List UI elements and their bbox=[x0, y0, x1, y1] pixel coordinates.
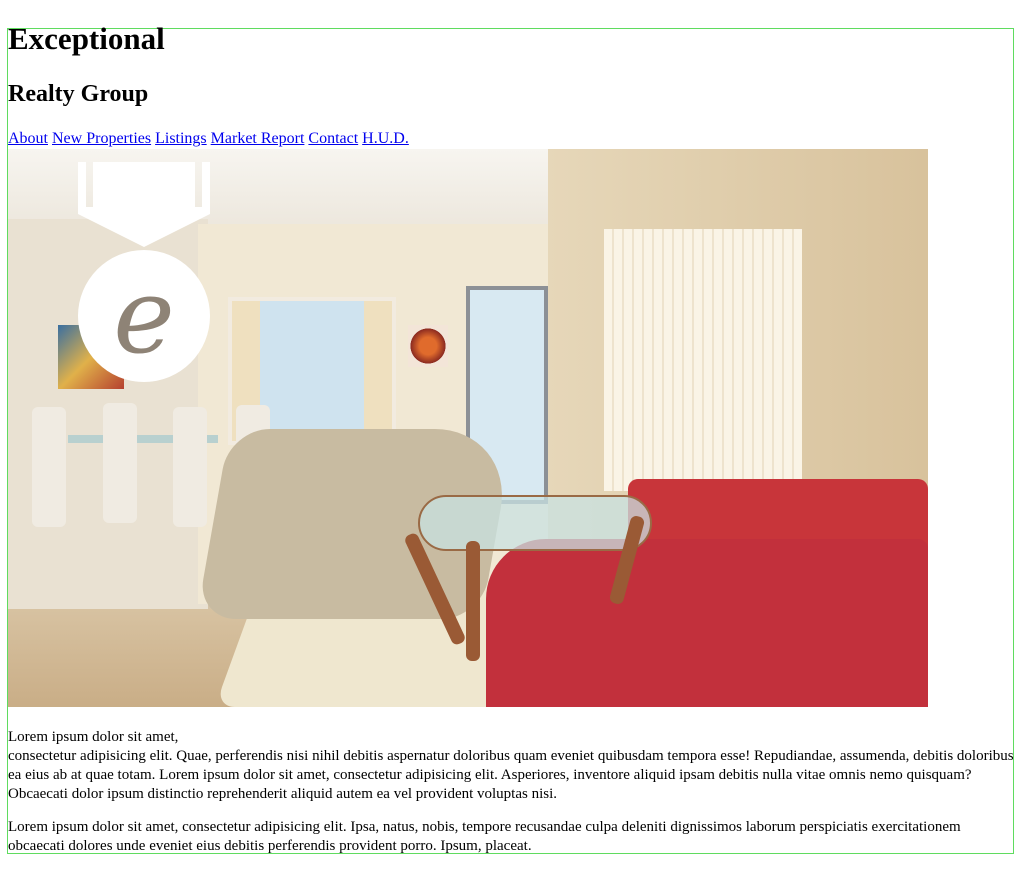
nav-link-about[interactable]: About bbox=[8, 130, 48, 147]
hero-table-leg bbox=[466, 541, 480, 661]
logo-letter-icon: e bbox=[113, 255, 175, 377]
nav-link-contact[interactable]: Contact bbox=[308, 130, 358, 147]
hero-chair bbox=[32, 407, 66, 527]
hero-painting bbox=[408, 325, 448, 367]
hero-chair bbox=[173, 407, 207, 527]
paragraph-1-line-1: Lorem ipsum dolor sit amet, bbox=[8, 729, 179, 745]
paragraph-1: Lorem ipsum dolor sit amet, consectetur … bbox=[8, 728, 1018, 804]
hero-image: e bbox=[8, 149, 928, 707]
hero-chair bbox=[103, 403, 137, 523]
site-title: Exceptional bbox=[8, 21, 165, 56]
hero-vertical-blinds bbox=[604, 229, 802, 491]
nav-link-hud[interactable]: H.U.D. bbox=[362, 130, 409, 147]
main-nav: About New Properties Listings Market Rep… bbox=[8, 129, 409, 148]
logo-badge: e bbox=[78, 162, 210, 384]
curtain bbox=[364, 301, 392, 441]
site-subtitle: Realty Group bbox=[8, 81, 149, 107]
body-text: Lorem ipsum dolor sit amet, consectetur … bbox=[8, 728, 1018, 870]
nav-link-new-properties[interactable]: New Properties bbox=[52, 130, 151, 147]
paragraph-1-rest: consectetur adipisicing elit. Quae, perf… bbox=[8, 748, 1014, 802]
paragraph-2: Lorem ipsum dolor sit amet, consectetur … bbox=[8, 819, 961, 854]
logo-medal: e bbox=[78, 250, 210, 382]
nav-link-listings[interactable]: Listings bbox=[155, 130, 207, 147]
nav-link-market-report[interactable]: Market Report bbox=[211, 130, 305, 147]
hero-sofa-front bbox=[486, 539, 928, 707]
hero-coffee-table bbox=[418, 495, 652, 551]
